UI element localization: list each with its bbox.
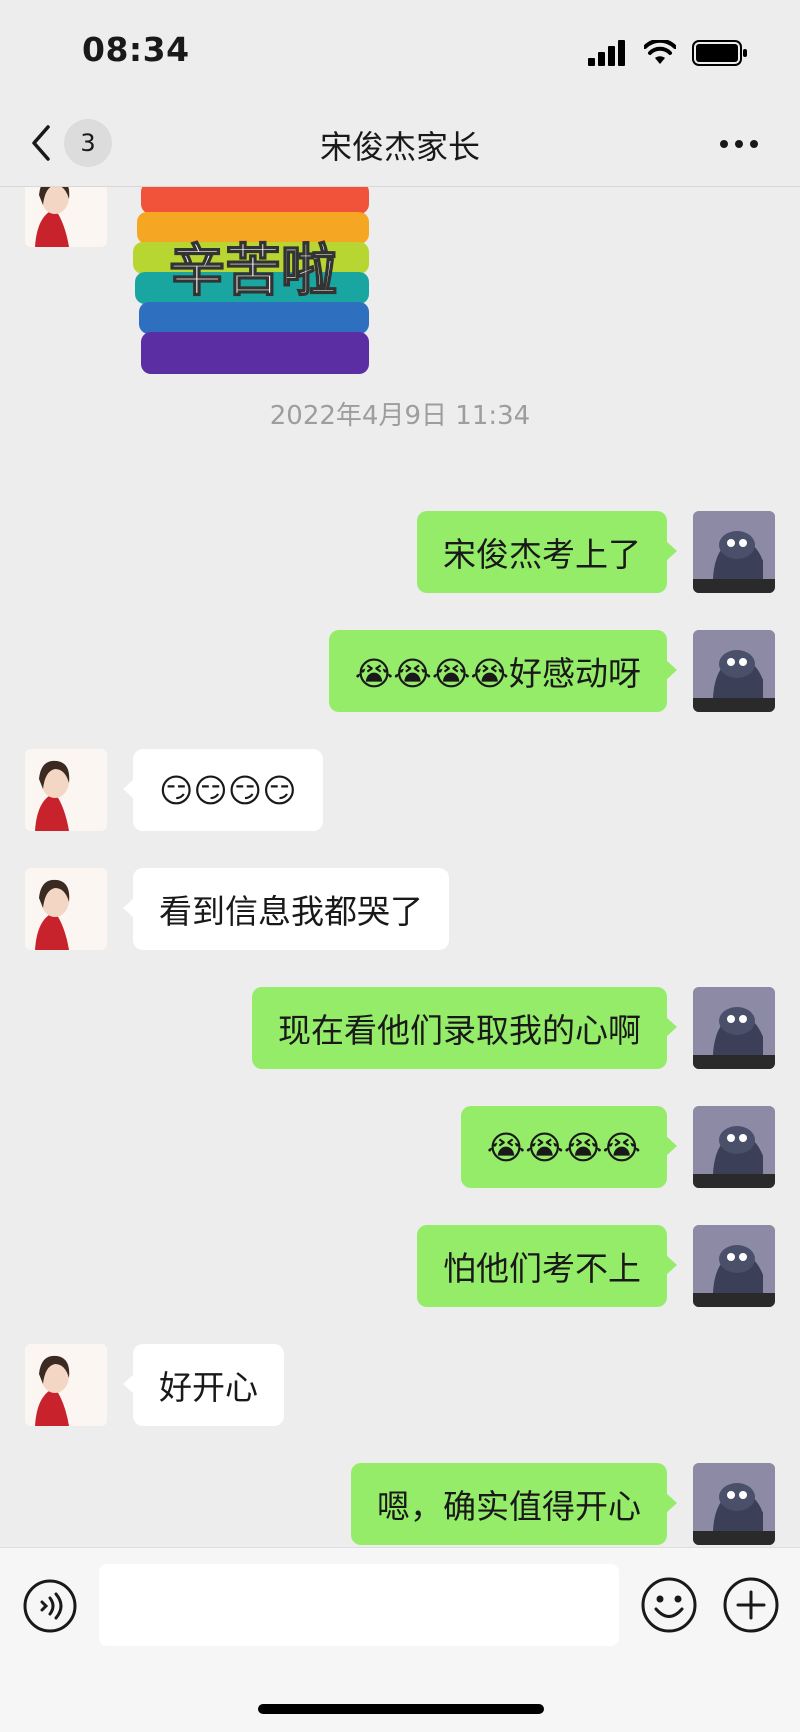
self-avatar[interactable]	[693, 987, 775, 1069]
contact-avatar[interactable]	[25, 1344, 107, 1426]
contact-avatar-image	[25, 868, 107, 950]
incoming-message[interactable]: 😏😏😏😏	[123, 749, 323, 831]
message-input[interactable]	[99, 1564, 619, 1646]
emoji-icon	[641, 1577, 697, 1633]
voice-icon	[23, 1579, 77, 1633]
self-avatar-image	[693, 630, 775, 712]
more-icon	[720, 140, 758, 148]
plus-icon	[723, 1577, 779, 1633]
chat-messages[interactable]: 辛苦啦 2022年4月9日 11:34 宋俊杰考上了 😭😭😭😭好感动呀 😏😏😏😏…	[0, 187, 800, 1547]
contact-avatar-image	[25, 187, 107, 247]
status-icons	[588, 38, 748, 68]
self-avatar[interactable]	[693, 1463, 775, 1545]
message-timestamp: 2022年4月9日 11:34	[269, 401, 531, 431]
battery-icon	[692, 40, 747, 66]
self-avatar[interactable]	[693, 1106, 775, 1188]
self-avatar[interactable]	[693, 630, 775, 712]
contact-avatar[interactable]	[25, 868, 107, 950]
wifi-icon	[644, 40, 676, 64]
outgoing-message[interactable]: 😭😭😭😭	[460, 1106, 678, 1188]
incoming-message[interactable]: 看到信息我都哭了	[123, 868, 449, 950]
incoming-message[interactable]: 好开心	[123, 1344, 284, 1426]
input-bar	[0, 1547, 800, 1732]
self-avatar[interactable]	[693, 1225, 775, 1307]
more-functions-button[interactable]	[722, 1576, 780, 1634]
contact-avatar[interactable]	[25, 749, 107, 831]
contact-avatar[interactable]	[25, 187, 107, 247]
self-avatar-image	[693, 1106, 775, 1188]
rainbow-sticker: 辛苦啦	[133, 187, 369, 374]
sticker-message[interactable]: 辛苦啦	[133, 187, 378, 382]
outgoing-message[interactable]: 嗯，确实值得开心	[351, 1463, 677, 1545]
emoji-button[interactable]	[640, 1576, 698, 1634]
self-avatar-image	[693, 1225, 775, 1307]
nav-bar: 3 宋俊杰家长	[0, 100, 800, 187]
status-bar: 08:34	[0, 0, 800, 100]
voice-button[interactable]	[22, 1578, 78, 1634]
contact-avatar-image	[25, 749, 107, 831]
outgoing-message[interactable]: 怕他们考不上	[417, 1225, 677, 1307]
signal-icon	[588, 40, 625, 66]
home-indicator	[258, 1704, 544, 1714]
outgoing-message[interactable]: 😭😭😭😭好感动呀	[328, 630, 678, 712]
status-time: 08:34	[82, 30, 190, 69]
chat-title: 宋俊杰家长	[319, 128, 480, 166]
self-avatar[interactable]	[693, 511, 775, 593]
contact-avatar-image	[25, 1344, 107, 1426]
self-avatar-image	[693, 1463, 775, 1545]
outgoing-message[interactable]: 现在看他们录取我的心啊	[252, 987, 677, 1069]
more-button[interactable]	[714, 124, 764, 164]
self-avatar-image	[693, 511, 775, 593]
self-avatar-image	[693, 987, 775, 1069]
outgoing-message[interactable]: 宋俊杰考上了	[417, 511, 677, 593]
sticker-text: 辛苦啦	[169, 239, 337, 304]
